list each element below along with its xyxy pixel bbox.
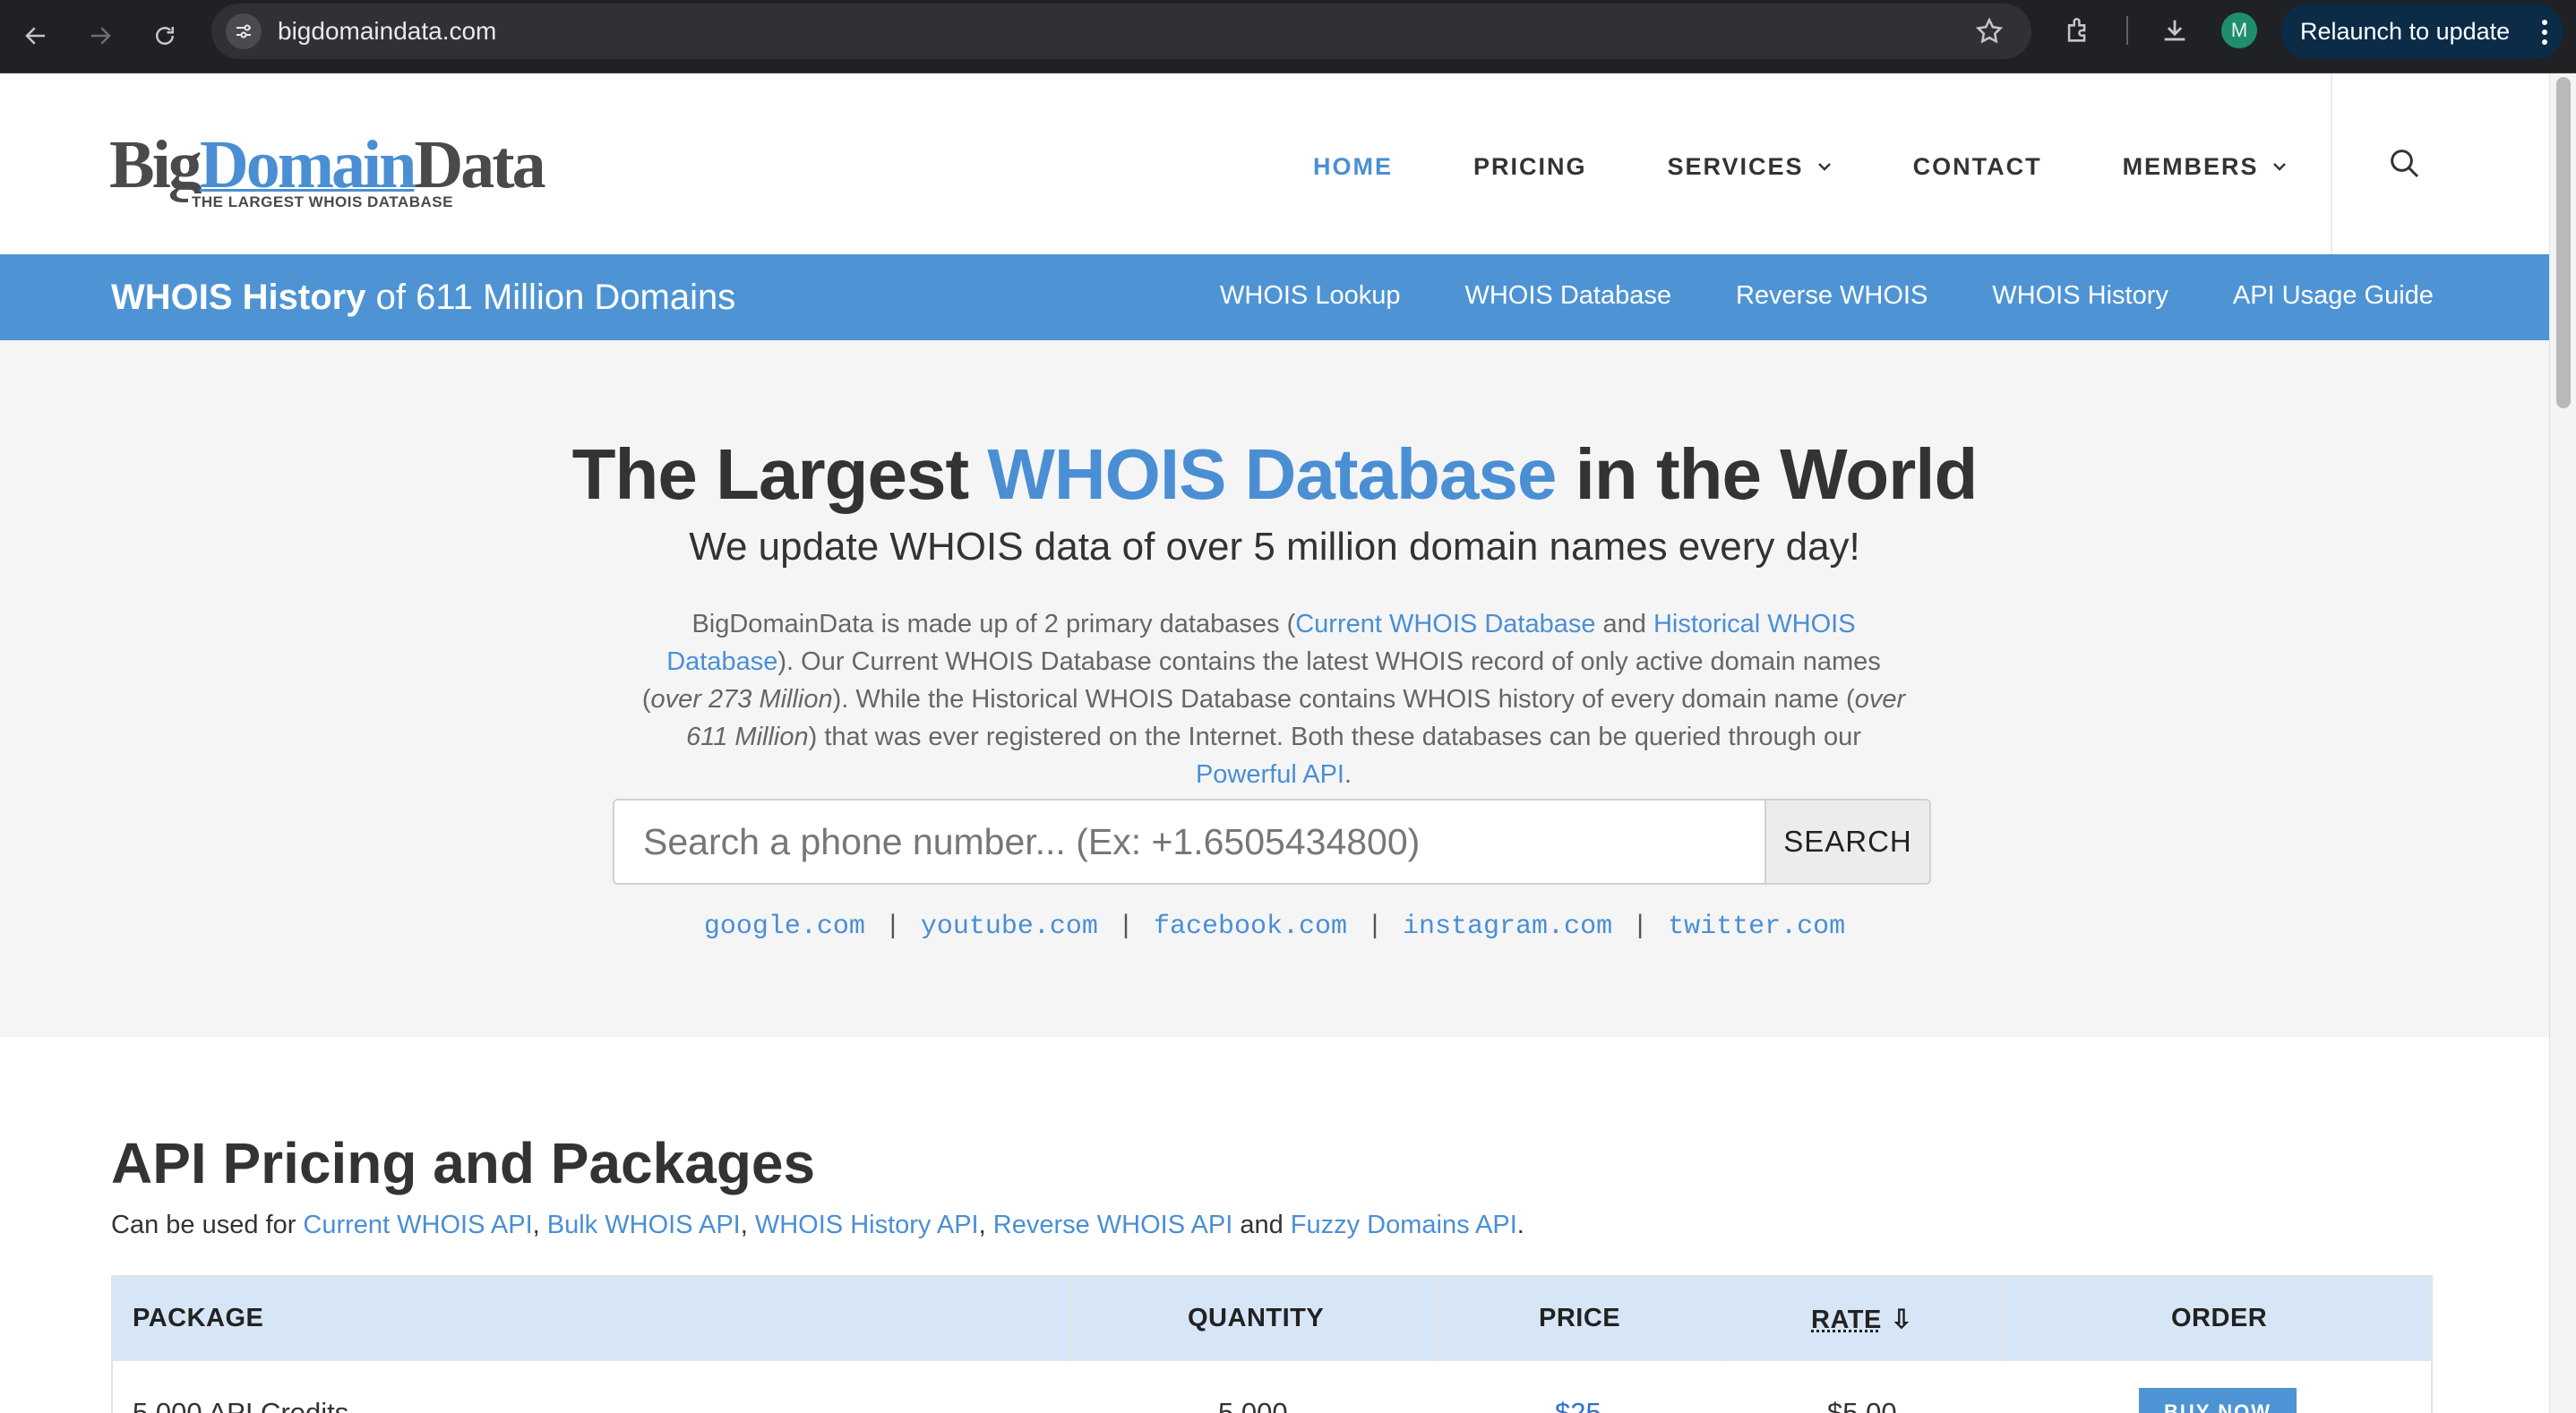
example-link-google[interactable]: google.com	[704, 912, 865, 942]
header-rate[interactable]: RATE ⇩	[1811, 1304, 1913, 1335]
header-divider	[2331, 73, 2332, 254]
scrollbar-thumb[interactable]	[2556, 77, 2571, 408]
cell-price[interactable]: $25	[1555, 1397, 1601, 1413]
chevron-down-icon	[1817, 163, 1831, 171]
sub-nav-api-usage-guide[interactable]: API Usage Guide	[2233, 281, 2434, 311]
reverse-whois-api-link[interactable]: Reverse WHOIS API	[993, 1211, 1233, 1239]
api-uses-text: Can be used for Current WHOIS API, Bulk …	[111, 1211, 1524, 1239]
forward-button[interactable]	[79, 14, 122, 57]
chevron-down-icon	[2272, 163, 2286, 171]
sub-nav-whois-database[interactable]: WHOIS Database	[1464, 281, 1670, 311]
back-button[interactable]	[14, 14, 57, 57]
sub-nav-reverse-whois[interactable]: Reverse WHOIS	[1736, 281, 1928, 311]
url-text[interactable]: bigdomaindata.com	[278, 17, 496, 46]
cell-rate: $5.00	[1827, 1397, 1897, 1413]
download-icon[interactable]	[2157, 13, 2193, 48]
page-scrollbar[interactable]	[2549, 73, 2576, 1413]
fuzzy-domains-api-link[interactable]: Fuzzy Domains API	[1291, 1211, 1517, 1239]
relaunch-label: Relaunch to update	[2300, 17, 2511, 45]
hero-section: The Largest WHOIS Database in the World …	[0, 340, 2549, 1037]
pricing-table: PACKAGE QUANTITY PRICE RATE ⇩ ORDER 5,000…	[111, 1275, 2433, 1413]
logo-tagline: THE LARGEST WHOIS DATABASE	[188, 193, 457, 211]
cell-package: 5,000 API Credits	[133, 1397, 349, 1413]
arrow-right-icon	[91, 27, 111, 45]
site-logo[interactable]: BigDomainData THE LARGEST WHOIS DATABASE	[109, 131, 546, 213]
cell-quantity: 5,000	[1218, 1397, 1288, 1413]
profile-avatar[interactable]: M	[2221, 13, 2257, 48]
browser-toolbar: bigdomaindata.com M Relaunch to update	[0, 0, 2576, 73]
current-whois-database-link[interactable]: Current WHOIS Database	[1295, 610, 1595, 638]
bulk-whois-api-link[interactable]: Bulk WHOIS API	[547, 1211, 741, 1239]
header-price: PRICE	[1539, 1304, 1621, 1332]
sort-down-icon[interactable]: ⇩	[1891, 1306, 1913, 1334]
header-package: PACKAGE	[133, 1304, 264, 1332]
nav-members[interactable]: MEMBERS	[2123, 153, 2288, 181]
header-quantity: QUANTITY	[1188, 1304, 1325, 1332]
site-header: BigDomainData THE LARGEST WHOIS DATABASE…	[0, 73, 2549, 254]
example-domain-links: google.com | youtube.com | facebook.com | inst…	[703, 912, 1846, 942]
relaunch-button[interactable]: Relaunch to update	[2280, 4, 2563, 59]
extensions-icon[interactable]	[2060, 13, 2096, 48]
address-bar[interactable]: bigdomaindata.com	[211, 4, 2031, 59]
sub-nav-bar: WHOIS History of 611 Million Domains WHO…	[0, 254, 2549, 340]
nav-pricing[interactable]: PRICING	[1473, 153, 1587, 181]
site-info-icon[interactable]	[226, 13, 262, 49]
header-order: ORDER	[2171, 1304, 2268, 1332]
phone-search-input[interactable]	[614, 801, 1766, 883]
more-menu-icon[interactable]	[2542, 20, 2549, 45]
bookmark-star-icon[interactable]	[1974, 16, 2005, 47]
search-button[interactable]: SEARCH	[1765, 801, 1929, 883]
nav-contact[interactable]: CONTACT	[1913, 153, 2042, 181]
toolbar-divider	[2126, 16, 2128, 45]
sub-nav-links: WHOIS Lookup WHOIS Database Reverse WHOI…	[1220, 281, 2498, 311]
hero-title: The Largest WHOIS Database in the World	[571, 434, 1979, 514]
arrow-left-icon	[25, 27, 45, 45]
search-icon[interactable]	[2386, 145, 2422, 181]
sub-bar-title: WHOIS History of 611 Million Domains	[111, 278, 736, 317]
main-nav: HOME PRICING SERVICES CONTACT MEMBERS	[1313, 149, 2368, 184]
table-row: 5,000 API Credits 5,000 $25 $5.00	[113, 1361, 2431, 1413]
example-link-instagram[interactable]: instagram.com	[1403, 912, 1612, 942]
powerful-api-link[interactable]: Powerful API	[1196, 760, 1344, 789]
hero-description: BigDomainData is made up of 2 primary da…	[641, 610, 1906, 789]
nav-services[interactable]: SERVICES	[1668, 153, 1833, 181]
example-link-twitter[interactable]: twitter.com	[1668, 912, 1845, 942]
reload-icon	[156, 27, 174, 45]
reload-button[interactable]	[143, 14, 186, 57]
phone-search-form: SEARCH	[613, 799, 1931, 885]
whois-history-api-link[interactable]: WHOIS History API	[755, 1211, 979, 1239]
nav-home[interactable]: HOME	[1313, 153, 1393, 181]
buy-now-button[interactable]: BUY NOW	[2139, 1388, 2297, 1413]
hero-subtitle: We update WHOIS data of over 5 million d…	[689, 525, 1860, 569]
current-whois-api-link[interactable]: Current WHOIS API	[303, 1211, 532, 1239]
example-link-facebook[interactable]: facebook.com	[1154, 912, 1347, 942]
sub-nav-whois-history[interactable]: WHOIS History	[1992, 281, 2168, 311]
example-link-youtube[interactable]: youtube.com	[921, 912, 1098, 942]
api-pricing-heading: API Pricing and Packages	[111, 1131, 816, 1195]
sub-nav-whois-lookup[interactable]: WHOIS Lookup	[1220, 281, 1400, 311]
